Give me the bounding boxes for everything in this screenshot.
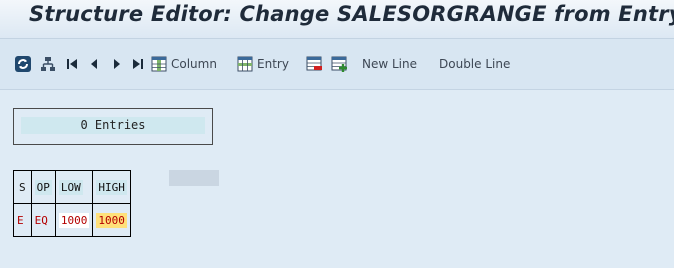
- entries-count: 0 Entries: [21, 117, 205, 134]
- insert-line-icon: [331, 56, 347, 72]
- cell-low[interactable]: 1000: [54, 203, 94, 237]
- col-header-low[interactable]: LOW: [54, 170, 94, 204]
- column-icon: [151, 56, 167, 72]
- first-page-icon: [67, 59, 77, 69]
- double-line-button[interactable]: Double Line: [435, 39, 510, 89]
- next-page-icon: [114, 59, 120, 69]
- refresh-icon: [15, 56, 31, 72]
- table-header-row: S OP LOW HIGH: [13, 170, 131, 204]
- double-line-label: Double Line: [439, 57, 511, 71]
- column-button[interactable]: Column: [151, 39, 217, 89]
- col-header-high[interactable]: HIGH: [92, 170, 131, 204]
- previous-page-icon: [91, 59, 97, 69]
- col-header-sign[interactable]: S: [13, 170, 32, 204]
- entry-icon: [237, 56, 253, 72]
- cell-sign[interactable]: E: [13, 203, 32, 237]
- new-line-label: New Line: [362, 57, 417, 71]
- hierarchy-icon: [41, 57, 55, 71]
- cell-option[interactable]: EQ: [30, 203, 56, 237]
- delete-line-button[interactable]: [306, 39, 323, 89]
- last-page-icon: [133, 59, 143, 69]
- table-row: E EQ 1000 1000: [13, 203, 131, 237]
- col-header-option[interactable]: OP: [30, 170, 56, 204]
- insert-line-button[interactable]: [331, 39, 348, 89]
- previous-page-button[interactable]: [89, 39, 99, 89]
- cell-high[interactable]: 1000: [92, 203, 131, 237]
- refresh-button[interactable]: [14, 39, 32, 89]
- selection-table: S OP LOW HIGH E EQ 1000 1000: [13, 170, 131, 237]
- entries-box: 0 Entries: [13, 108, 213, 145]
- title-bar: Structure Editor: Change SALESORGRANGE f…: [0, 0, 674, 39]
- column-label: Column: [171, 57, 217, 71]
- first-page-button[interactable]: [66, 39, 78, 89]
- delete-line-icon: [306, 56, 322, 71]
- header-block: [169, 170, 219, 186]
- application-toolbar: Column Entry New Line Double Line: [0, 39, 674, 90]
- last-page-button[interactable]: [132, 39, 144, 89]
- page-title: Structure Editor: Change SALESORGRANGE f…: [29, 2, 674, 26]
- next-page-button[interactable]: [112, 39, 122, 89]
- new-line-button[interactable]: New Line: [358, 39, 417, 89]
- entry-label: Entry: [257, 57, 289, 71]
- editor-area: 0 Entries S OP LOW HIGH E EQ 1000 1000: [0, 90, 674, 268]
- entry-button[interactable]: Entry: [237, 39, 289, 89]
- hierarchy-button[interactable]: [40, 39, 56, 89]
